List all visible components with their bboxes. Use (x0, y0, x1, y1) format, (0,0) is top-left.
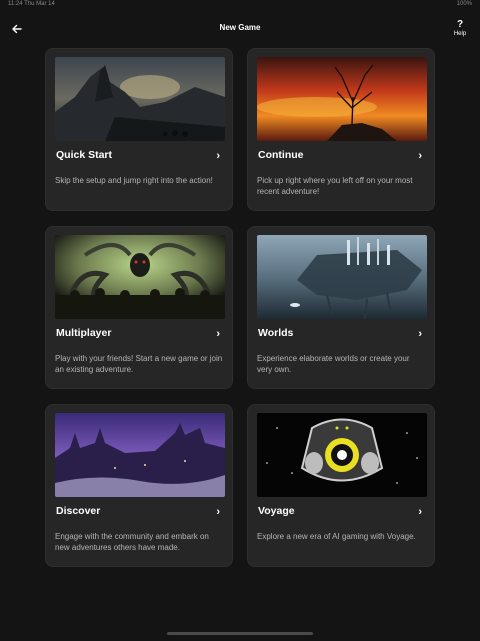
card-title: Discover (56, 505, 101, 517)
home-indicator[interactable] (167, 632, 313, 635)
card-title: Voyage (258, 505, 295, 517)
multiplayer-card[interactable]: Multiplayer › Play with your friends! St… (45, 226, 233, 389)
floating-city-island-image (257, 235, 427, 319)
burning-sky-tree-image (257, 57, 427, 141)
discover-card[interactable]: Discover › Engage with the community and… (45, 404, 233, 567)
chevron-right-icon: › (216, 150, 220, 162)
tentacle-monster-crowd-image (55, 235, 225, 319)
card-title: Quick Start (56, 149, 113, 161)
chevron-right-icon: › (418, 506, 422, 518)
card-description: Skip the setup and jump right into the a… (55, 176, 213, 185)
dark-castle-landscape-image (55, 57, 225, 141)
chevron-right-icon: › (216, 506, 220, 518)
chevron-right-icon: › (418, 328, 422, 340)
quick-start-card[interactable]: Quick Start › Skip the setup and jump ri… (45, 48, 233, 211)
game-mode-grid: Quick Start › Skip the setup and jump ri… (0, 0, 480, 641)
card-description: Experience elaborate worlds or create yo… (257, 354, 410, 374)
card-title: Worlds (258, 327, 294, 339)
chevron-right-icon: › (418, 150, 422, 162)
purple-fantasy-city-image (55, 413, 225, 497)
card-description: Engage with the community and embark on … (55, 532, 209, 552)
card-title: Continue (258, 149, 304, 161)
voyage-card[interactable]: Voyage › Explore a new era of AI gaming … (247, 404, 435, 567)
voyage-logo-space-image (257, 413, 427, 497)
card-title: Multiplayer (56, 327, 112, 339)
card-description: Play with your friends! Start a new game… (55, 354, 223, 374)
card-description: Pick up right where you left off on your… (257, 176, 413, 196)
continue-card[interactable]: Continue › Pick up right where you left … (247, 48, 435, 211)
chevron-right-icon: › (216, 328, 220, 340)
worlds-card[interactable]: Worlds › Experience elaborate worlds or … (247, 226, 435, 389)
card-description: Explore a new era of AI gaming with Voya… (257, 532, 416, 541)
